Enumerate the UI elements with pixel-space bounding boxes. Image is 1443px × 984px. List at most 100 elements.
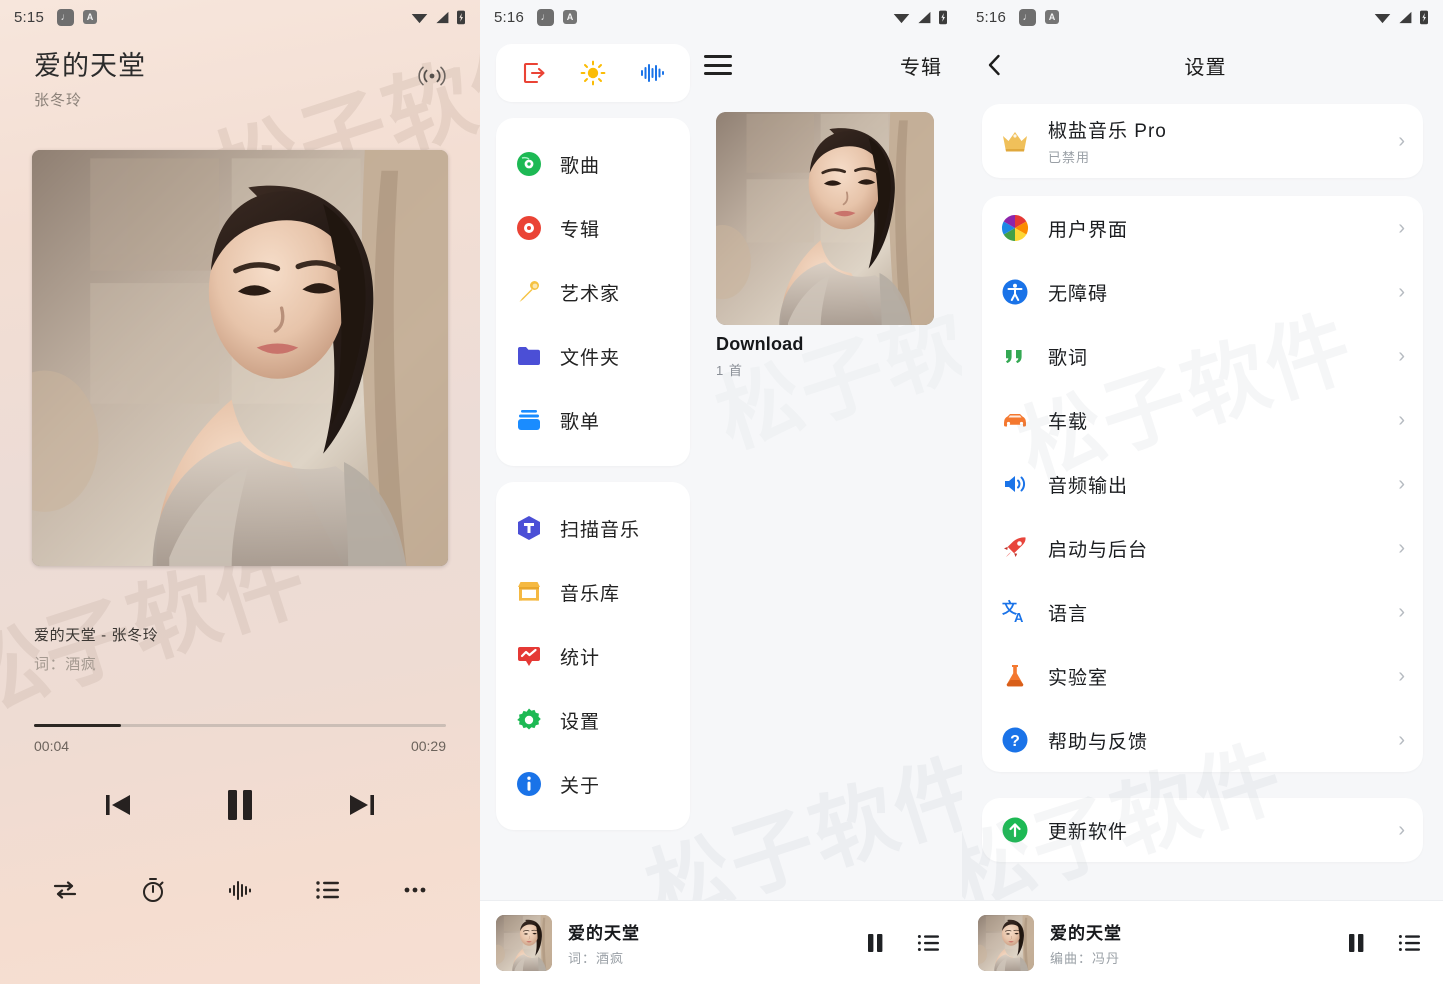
chevron-right-icon: ›: [1398, 729, 1405, 751]
menu-item-artists[interactable]: 艺术家: [496, 260, 690, 324]
settings-row-label: 歌词: [1048, 347, 1089, 369]
menu-item-albums[interactable]: 专辑: [496, 196, 690, 260]
status-notification-icons: ♩ A: [1019, 8, 1059, 26]
menu-item-music-library[interactable]: 音乐库: [496, 560, 690, 624]
album-art[interactable]: [32, 149, 448, 566]
settings-row-lyrics[interactable]: 歌词 ›: [982, 324, 1423, 388]
menu-item-about[interactable]: 关于: [496, 752, 690, 816]
chevron-right-icon: ›: [1398, 217, 1405, 239]
repeat-icon[interactable]: [48, 873, 82, 907]
wifi-icon: [893, 13, 910, 23]
seek-bar-container[interactable]: 00:04 00:29: [34, 723, 446, 754]
playlist-stack-icon: [514, 405, 544, 435]
pause-icon[interactable]: [1343, 930, 1369, 956]
mini-player-art-image: [496, 915, 552, 971]
mini-player-art[interactable]: [496, 914, 552, 971]
settings-row-update[interactable]: 更新软件 ›: [982, 798, 1423, 862]
mini-player-art[interactable]: [978, 914, 1034, 971]
mini-player-title: 爱的天堂: [568, 923, 640, 943]
status-bar: 5:16 ♩ A: [480, 0, 962, 34]
page-title: 设置: [1184, 56, 1227, 79]
chevron-right-icon: ›: [1398, 601, 1405, 623]
settings-row-audio-output[interactable]: 音频输出 ›: [982, 452, 1423, 516]
settings-row-startup-background[interactable]: 启动与后台 ›: [982, 516, 1423, 580]
update-arrow-icon: [1000, 815, 1030, 845]
lyric-line-primary: 爱的天堂 - 张冬玲: [34, 626, 159, 644]
secondary-menu-card: 扫描音乐 音乐库 统计 设置 关于: [496, 482, 690, 830]
back-chevron-icon[interactable]: [982, 52, 1008, 78]
settings-row-label: 更新软件: [1048, 821, 1129, 843]
album-cover-image: [716, 112, 934, 325]
svg-text:A: A: [1014, 610, 1024, 625]
menu-item-playlists[interactable]: 歌单: [496, 388, 690, 452]
album-name: Download: [716, 334, 804, 354]
battery-charging-icon: [939, 10, 947, 25]
app-notification-icon: A: [83, 10, 97, 24]
album-track-count: 1 首: [716, 363, 743, 378]
settings-row-pro[interactable]: 椒盐音乐 Pro 已禁用 ›: [982, 104, 1423, 178]
queue-icon[interactable]: [916, 930, 942, 956]
menu-label: 歌单: [560, 411, 601, 433]
menu-item-statistics[interactable]: 统计: [496, 624, 690, 688]
album-tile[interactable]: Download 1 首: [716, 112, 934, 379]
settings-card: 用户界面 › 无障碍 › 歌词 › 车载 › 音频输出 › 启动与后台 › 文 …: [982, 196, 1423, 772]
pause-icon[interactable]: [862, 930, 888, 956]
settings-row-language[interactable]: 文 A 语言 ›: [982, 580, 1423, 644]
mini-player[interactable]: 爱的天堂 编曲：冯丹: [962, 900, 1443, 984]
menu-label: 关于: [560, 775, 601, 797]
settings-header: 设置: [962, 34, 1443, 96]
settings-row-label: 无障碍: [1048, 283, 1109, 305]
chevron-right-icon: ›: [1398, 345, 1405, 367]
settings-row-accessibility[interactable]: 无障碍 ›: [982, 260, 1423, 324]
menu-item-folders[interactable]: 文件夹: [496, 324, 690, 388]
menu-item-scan-music[interactable]: 扫描音乐: [496, 496, 690, 560]
settings-row-car[interactable]: 车载 ›: [982, 388, 1423, 452]
total-time: 00:29: [410, 737, 446, 754]
menu-label: 文件夹: [560, 347, 621, 369]
settings-row-text: 椒盐音乐 Pro 已禁用: [1048, 116, 1398, 166]
settings-row-help-feedback[interactable]: ? 帮助与反馈 ›: [982, 708, 1423, 772]
album-art-container[interactable]: [32, 149, 448, 566]
status-bar: 5:15 ♩ A: [0, 0, 480, 34]
transport-controls: [0, 783, 480, 827]
signal-icon: [1399, 11, 1412, 23]
brightness-icon[interactable]: [579, 59, 607, 87]
microphone-icon: [514, 277, 544, 307]
settings-row-ui[interactable]: 用户界面 ›: [982, 196, 1423, 260]
disc-red-icon: [514, 213, 544, 243]
playlist-icon[interactable]: [311, 873, 345, 907]
seek-bar[interactable]: [34, 723, 446, 727]
mini-player[interactable]: 爱的天堂 词：酒疯: [480, 900, 962, 984]
gear-icon: [514, 705, 544, 735]
chevron-right-icon: ›: [1398, 409, 1405, 431]
more-icon[interactable]: [398, 873, 432, 907]
settings-row-label: 车载: [1048, 411, 1089, 433]
music-notification-icon: ♩: [1019, 8, 1036, 26]
menu-item-songs[interactable]: 歌曲: [496, 132, 690, 196]
library-panel: 松子软件 松子软件 5:16 ♩ A: [480, 0, 962, 984]
queue-icon[interactable]: [1397, 930, 1423, 956]
menu-label: 设置: [560, 711, 601, 733]
track-artist: 张冬玲: [34, 91, 83, 109]
mini-player-controls: [1343, 930, 1423, 956]
album-cover[interactable]: [716, 112, 934, 325]
hamburger-icon[interactable]: [704, 55, 732, 75]
next-track-button[interactable]: [344, 787, 380, 823]
now-playing-panel: 松子软件 松子软件 5:15 ♩ A 爱的天堂 张冬玲 爱的天堂 - 张冬玲 词…: [0, 0, 480, 984]
menu-item-settings[interactable]: 设置: [496, 688, 690, 752]
battery-charging-icon: [1420, 10, 1428, 25]
chevron-right-icon: ›: [1398, 819, 1405, 841]
flask-icon: [1000, 661, 1030, 691]
pause-button[interactable]: [218, 783, 262, 827]
settings-row-lab[interactable]: 实验室 ›: [982, 644, 1423, 708]
player-options-bar: [0, 873, 480, 907]
svg-text:?: ?: [1010, 733, 1020, 750]
equalizer-icon[interactable]: [223, 873, 257, 907]
status-system-icons: [411, 9, 466, 25]
previous-track-button[interactable]: [100, 787, 136, 823]
exit-icon[interactable]: [520, 59, 548, 87]
lyrics-block[interactable]: 爱的天堂 - 张冬玲 词：酒疯: [34, 624, 446, 674]
equalizer-icon[interactable]: [638, 59, 666, 87]
timer-icon[interactable]: [136, 873, 170, 907]
cast-icon[interactable]: [418, 62, 446, 90]
